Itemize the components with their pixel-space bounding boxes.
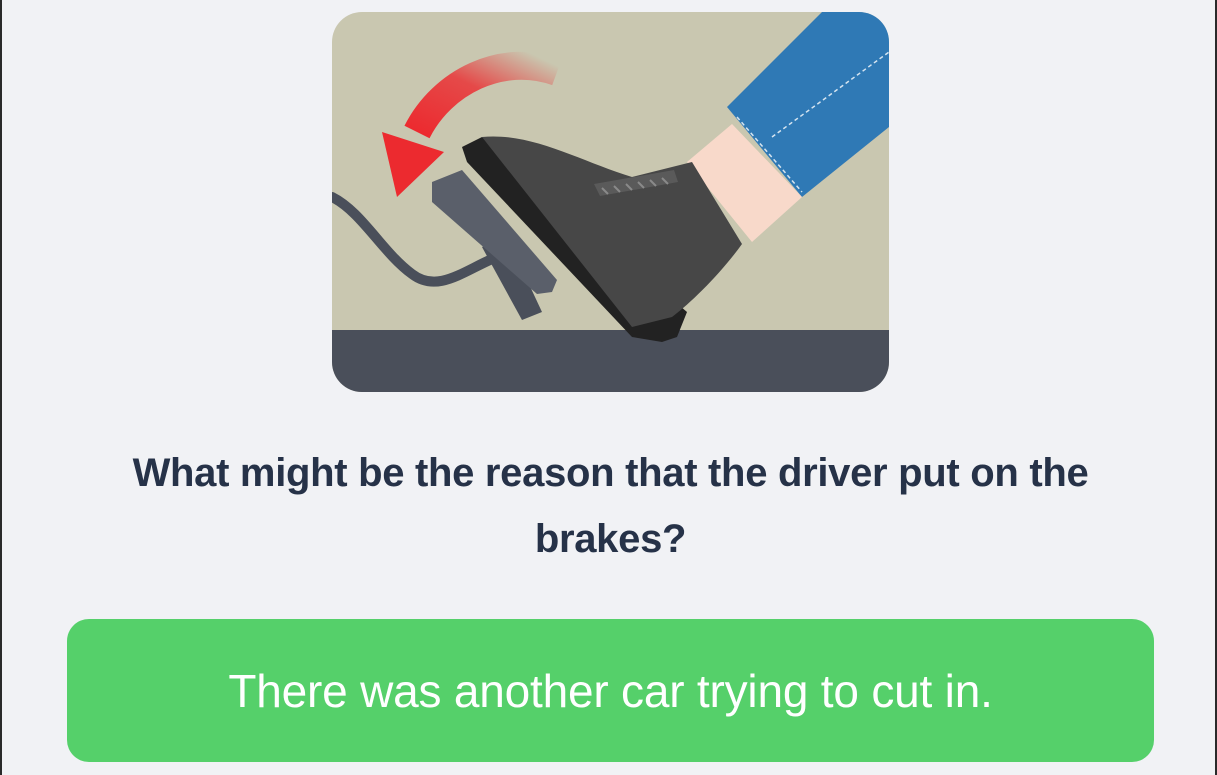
answer-button[interactable]: There was another car trying to cut in.: [67, 619, 1154, 762]
question-text: What might be the reason that the driver…: [132, 451, 1089, 561]
answer-label: There was another car trying to cut in.: [228, 664, 993, 717]
brake-pedal-illustration: [332, 12, 889, 392]
screen-frame: What might be the reason that the driver…: [0, 0, 1217, 775]
